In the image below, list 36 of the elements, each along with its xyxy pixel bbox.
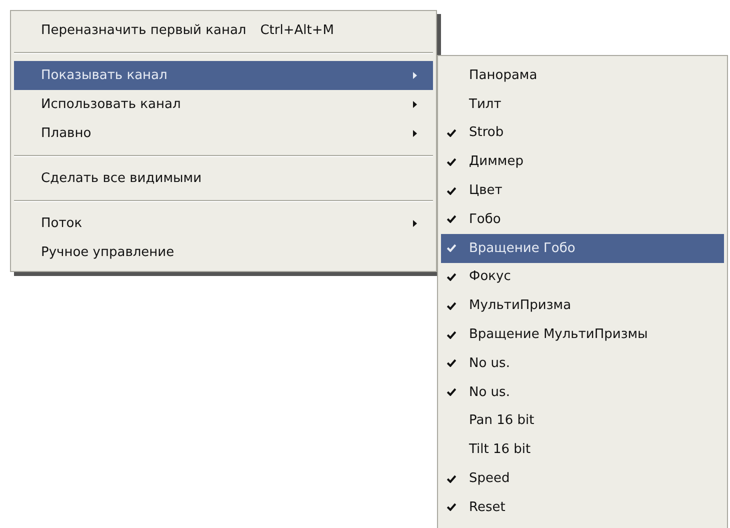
menu-item[interactable]: Плавно [14, 119, 433, 148]
submenu-item[interactable]: Pan 16 bit [441, 406, 724, 436]
menu-item[interactable]: Ручное управление [14, 238, 433, 267]
submenu-item[interactable]: Тилт [441, 90, 724, 119]
submenu-item[interactable]: Вращение МультиПризмы [441, 320, 724, 349]
check-icon [447, 474, 456, 483]
menu-item[interactable]: Сделать все видимыми [14, 164, 433, 193]
menu-item[interactable]: Поток [14, 209, 433, 238]
check-icon [447, 388, 456, 396]
submenu-item[interactable]: Цвет [441, 176, 724, 205]
submenu-item[interactable]: Strob [441, 118, 724, 148]
check-icon [447, 330, 456, 339]
check-icon [447, 215, 456, 224]
check-icon [447, 128, 456, 137]
check-icon [447, 503, 456, 512]
submenu-item[interactable]: Гобо [441, 204, 724, 234]
submenu-item[interactable]: No us. [441, 348, 724, 378]
submenu-item[interactable]: Reset [441, 492, 724, 522]
menu-item[interactable]: Использовать канал [14, 90, 433, 119]
check-icon [447, 244, 456, 252]
check-icon [447, 272, 456, 281]
menu-item[interactable]: Переназначить первый канал Ctrl+Alt+M [14, 16, 433, 45]
check-icon [447, 158, 456, 166]
check-icon [447, 359, 456, 368]
submenu-item[interactable]: No us. [441, 378, 724, 407]
submenu-item[interactable]: Диммер [441, 147, 724, 176]
shortcut-text: Ctrl+Alt+M [260, 23, 334, 38]
check-icon [447, 186, 456, 195]
check-icon [447, 302, 456, 310]
submenu-item[interactable]: Панорама [441, 61, 724, 90]
submenu-item[interactable]: Вращение Гобо [441, 234, 724, 263]
submenu-item[interactable]: Tilt 16 bit [441, 435, 724, 464]
submenu-item[interactable]: МультиПризма [441, 291, 724, 320]
submenu-item[interactable]: Speed [441, 464, 724, 493]
submenu-item[interactable]: Фокус [441, 262, 724, 292]
menu-item[interactable]: Показывать канал [14, 61, 433, 90]
